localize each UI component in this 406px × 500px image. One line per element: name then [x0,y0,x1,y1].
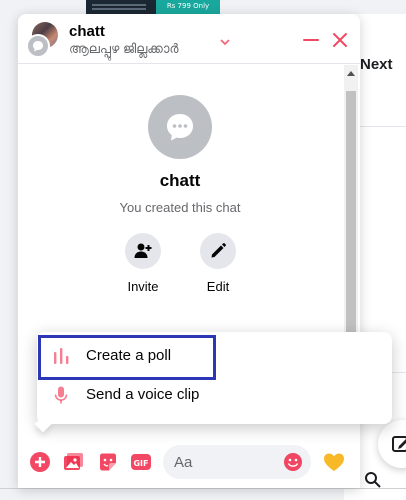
plus-circle-icon[interactable] [28,450,52,474]
message-composer: GIF Aa [18,438,360,488]
close-icon[interactable] [331,31,349,54]
pencil-icon[interactable] [200,233,236,269]
message-input-placeholder: Aa [174,454,193,471]
add-person-icon[interactable] [125,233,161,269]
chat-title: chatt [159,171,201,190]
photo-icon[interactable] [62,450,86,474]
message-input[interactable]: Aa [163,445,311,479]
sticker-icon[interactable] [96,450,120,474]
chat-description: You created this chat [119,200,241,215]
next-link[interactable]: Next [360,56,393,73]
minimize-icon[interactable] [303,39,319,41]
group-avatar[interactable] [26,20,64,58]
scroll-up-arrow-icon[interactable] [347,71,355,76]
voice-clip-menu-item[interactable]: Send a voice clip [37,377,392,413]
banner-badge: Rs 799 Only [156,0,220,14]
scrollbar[interactable] [344,65,358,365]
chat-bubble-icon [167,114,193,141]
invite-button[interactable]: Invite [113,233,173,294]
invite-label: Invite [127,279,159,294]
background-banner: Rs 799 Only [86,0,220,14]
chat-name[interactable]: chatt [69,23,105,40]
gif-icon[interactable]: GIF [129,450,153,474]
svg-text:GIF: GIF [133,459,148,468]
highlight-box [38,335,216,380]
search-icon[interactable] [364,471,382,489]
chat-subtitle: ആലപ്പുഴ ജില്ലക്കാർ [69,41,179,56]
emoji-icon[interactable] [283,452,303,477]
heart-icon[interactable] [322,450,346,479]
edit-label: Edit [206,279,230,294]
chat-avatar-large [148,95,212,159]
compose-icon [392,436,406,452]
chat-header[interactable]: chatt ആലപ്പുഴ ജില്ലക്കാർ [18,14,360,64]
banner-text-lines [92,4,146,6]
chevron-down-icon[interactable] [219,33,231,51]
microphone-icon [51,385,71,410]
edit-button[interactable]: Edit [188,233,248,294]
voice-clip-label: Send a voice clip [86,386,200,403]
scrollbar-thumb[interactable] [346,91,356,361]
chat-bubble-icon [26,34,50,58]
divider [0,488,406,489]
